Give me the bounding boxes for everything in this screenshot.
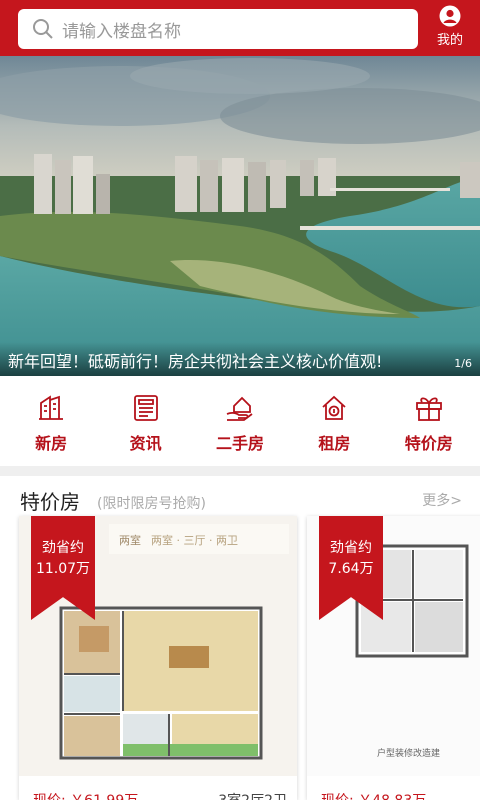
search-icon — [33, 19, 53, 39]
top-bar: 请输入楼盘名称 我的 — [0, 0, 480, 56]
nav-label: 租房 — [318, 434, 351, 453]
banner-caption-bar: 新年回望！砥砺前行！房企共彻社会主义核心价值观! 1/6 — [0, 342, 480, 376]
discount-label: 劲省约 — [330, 540, 372, 556]
my-account-button[interactable]: 我的 — [430, 5, 470, 51]
svg-text:两室 · 三厅 · 两卫: 两室 · 三厅 · 两卫 — [151, 533, 238, 547]
discount-amount: 11.07万 — [35, 561, 91, 577]
special-offers-section: 特价房 (限时限房号抢购) 更多> 两室 两室 · 三厅 · 两卫 劲省约 11… — [0, 476, 480, 800]
more-link[interactable]: 更多> — [422, 490, 462, 510]
search-input[interactable]: 请输入楼盘名称 — [18, 9, 418, 49]
banner-carousel[interactable]: 新年回望！砥砺前行！房企共彻社会主义核心价值观! 1/6 — [0, 56, 480, 376]
search-placeholder: 请输入楼盘名称 — [62, 21, 181, 42]
nav-item-rent[interactable]: 租房 — [294, 376, 374, 466]
building-icon — [39, 395, 64, 420]
category-nav: 新房 资讯 二手房 租房 特价房 — [0, 376, 480, 466]
svg-text:两室: 两室 — [119, 533, 141, 547]
special-offer-card[interactable]: 两室 两室 · 三厅 · 两卫 劲省约 11.07万 现价: ￥61.99万 3… — [19, 516, 297, 800]
gift-icon — [415, 397, 442, 421]
nav-item-new-house[interactable]: 新房 — [11, 376, 91, 466]
room-layout: 3室2厅2卫 — [218, 790, 287, 800]
news-icon — [133, 395, 158, 421]
section-title: 特价房 — [20, 490, 80, 514]
nav-label: 二手房 — [215, 434, 264, 453]
user-icon — [439, 5, 461, 27]
current-price: 现价: ￥61.99万 — [33, 790, 138, 800]
rent-house-icon — [322, 395, 346, 420]
nav-item-special[interactable]: 特价房 — [389, 376, 469, 466]
hand-house-icon — [226, 396, 253, 421]
current-price: 现价: ￥48.83万 — [321, 790, 426, 800]
nav-label: 资讯 — [129, 434, 162, 453]
special-offer-card[interactable]: 户型装修改造建 劲省约 7.64万 现价: ￥48.83万 — [307, 516, 480, 800]
banner-caption: 新年回望！砥砺前行！房企共彻社会主义核心价值观! — [8, 352, 383, 371]
nav-label: 新房 — [35, 434, 68, 453]
nav-item-second-hand[interactable]: 二手房 — [200, 376, 280, 466]
my-account-label: 我的 — [436, 33, 463, 48]
discount-label: 劲省约 — [42, 540, 84, 556]
nav-label: 特价房 — [404, 434, 453, 453]
banner-pager: 1/6 — [454, 357, 472, 370]
discount-amount: 7.64万 — [328, 561, 374, 577]
section-subtitle: (限时限房号抢购) — [97, 496, 206, 512]
nav-item-news[interactable]: 资讯 — [106, 376, 186, 466]
banner-image — [0, 56, 480, 376]
svg-text:户型装修改造建: 户型装修改造建 — [377, 747, 440, 759]
